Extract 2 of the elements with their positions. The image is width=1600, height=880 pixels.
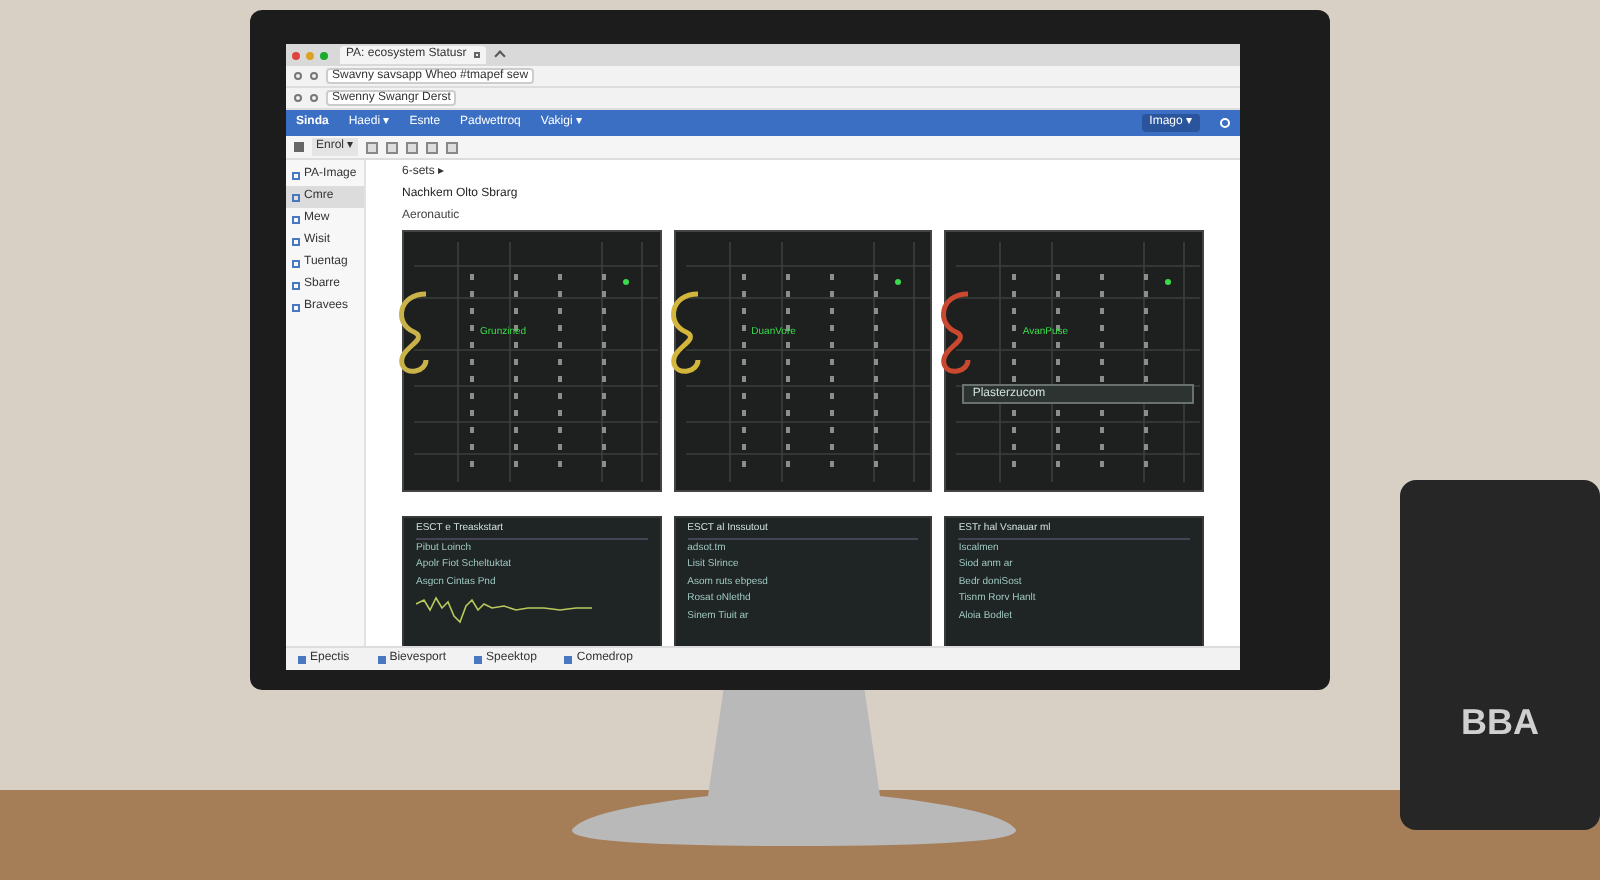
search-icon[interactable] — [1220, 118, 1230, 128]
speaker-label: BBA — [1461, 700, 1539, 746]
